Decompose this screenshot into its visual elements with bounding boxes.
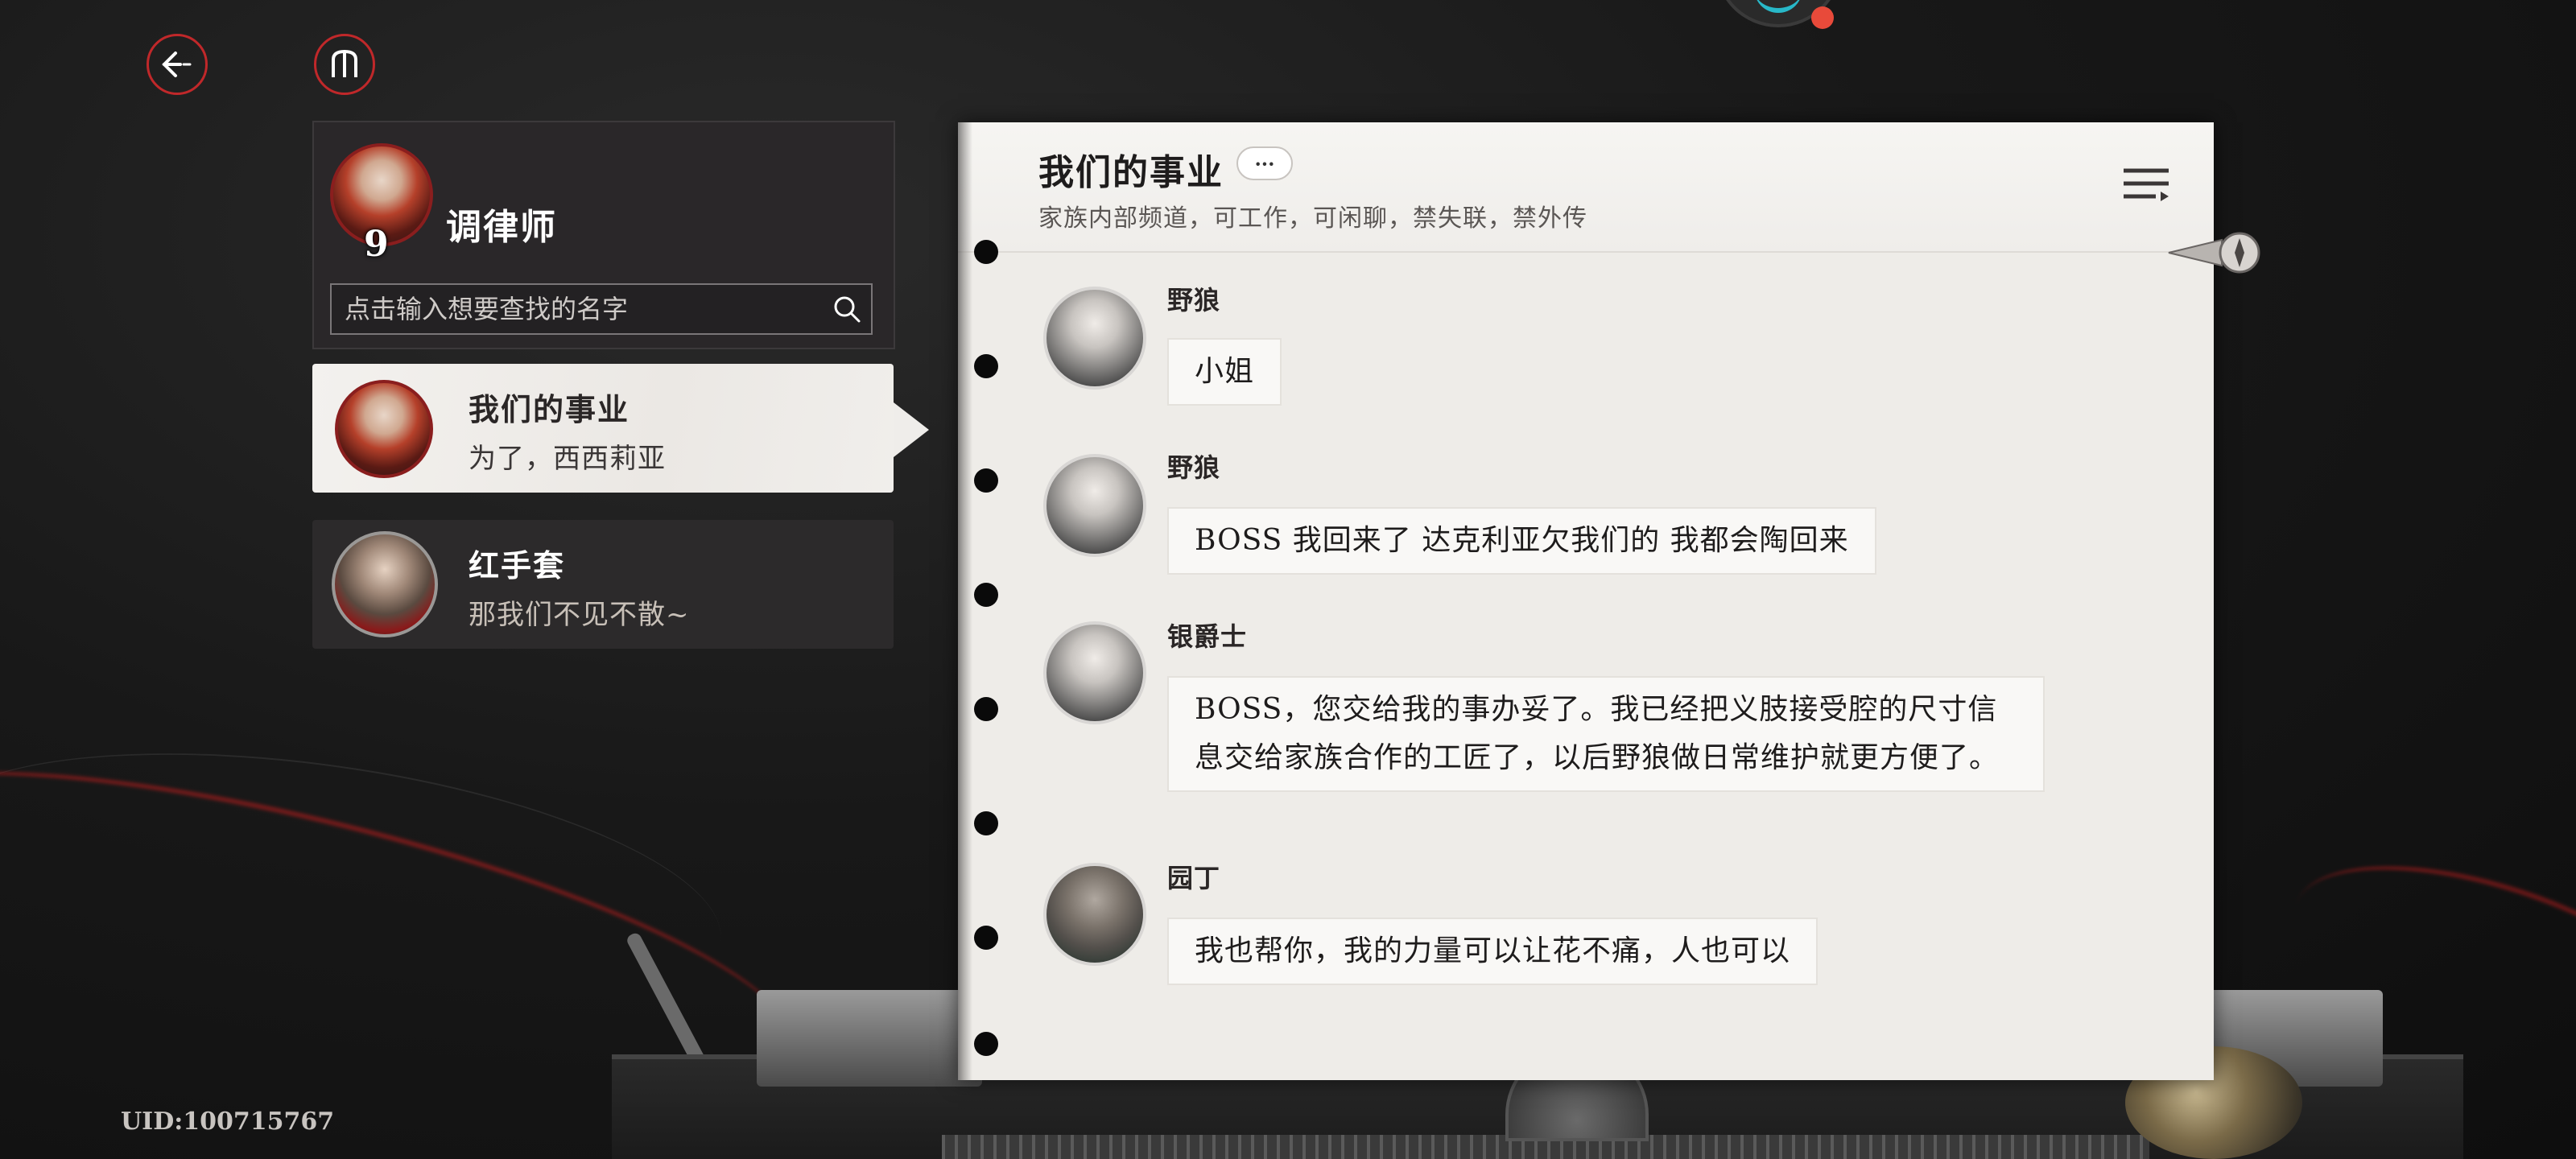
message-avatar[interactable] [1043, 863, 1146, 966]
back-arrow-icon [162, 52, 192, 77]
message-avatar[interactable] [1043, 621, 1146, 724]
conversation-description: 家族内部频道，可工作，可闲聊，禁失联，禁外传 [1038, 204, 1587, 233]
chat-preview: 那我们不见不散~ [469, 599, 690, 631]
binder-hole [974, 240, 998, 264]
player-name: 调律师 [446, 207, 557, 248]
chat-avatar [332, 531, 438, 637]
search-input[interactable] [332, 284, 823, 334]
game-screen: 9 调律师 我们的事业 为了，西西莉亚 红手套 那我们不见不散~ 我们 [0, 0, 2576, 1159]
list-menu-icon[interactable] [2120, 164, 2172, 209]
chat-item-red-glove[interactable]: 红手套 那我们不见不散~ [312, 520, 894, 649]
more-options-button[interactable]: ··· [1236, 146, 1293, 180]
back-button[interactable] [147, 34, 208, 95]
conversation-header: 我们的事业 ··· 家族内部频道，可工作，可闲聊，禁失联，禁外传 [958, 122, 2214, 253]
binder-hole [974, 583, 998, 607]
chat-title: 红手套 [469, 547, 566, 584]
binder-hole [974, 1032, 998, 1056]
binder-hole [974, 926, 998, 950]
message-avatar[interactable] [1043, 454, 1146, 557]
message-bubble: 小姐 [1167, 338, 1282, 406]
paper-torn-edge [958, 122, 972, 1080]
notification-dot [1811, 6, 1834, 29]
chat-item-our-business[interactable]: 我们的事业 为了，西西莉亚 [312, 364, 929, 493]
message-avatar[interactable] [1043, 287, 1146, 390]
uid-label: UID:100715767 [121, 1107, 335, 1136]
binder-hole [974, 811, 998, 835]
player-level: 9 [364, 224, 389, 265]
chat-avatar [335, 380, 433, 478]
message-bubble: BOSS 我回来了 达克利亚欠我们的 我都会陶回来 [1167, 507, 1876, 575]
search-box [330, 283, 873, 335]
chat-title: 我们的事业 [469, 391, 630, 427]
message-sender: 园丁 [1167, 863, 1221, 893]
binder-hole [974, 697, 998, 721]
message-sender: 银爵士 [1167, 621, 1248, 652]
trident-icon [332, 49, 357, 77]
message-bubble: BOSS，您交给我的事办妥了。我已经把义肢接受腔的尺寸信息交给家族合作的工匠了，… [1167, 676, 2045, 792]
search-icon[interactable] [823, 285, 871, 333]
message-sender: 野狼 [1167, 285, 1221, 316]
binder-hole [974, 354, 998, 378]
feather-pin-icon [2168, 232, 2260, 274]
chat-preview: 为了，西西莉亚 [469, 443, 666, 475]
conversation-title: 我们的事业 [1038, 152, 1224, 193]
binder-hole [974, 468, 998, 493]
message-bubble: 我也帮你，我的力量可以让花不痛，人也可以 [1167, 918, 1818, 985]
main-menu-button[interactable] [314, 34, 375, 95]
message-sender: 野狼 [1167, 452, 1221, 483]
conversation-paper: 我们的事业 ··· 家族内部频道，可工作，可闲聊，禁失联，禁外传 野狼 小姐 野… [958, 122, 2214, 1080]
